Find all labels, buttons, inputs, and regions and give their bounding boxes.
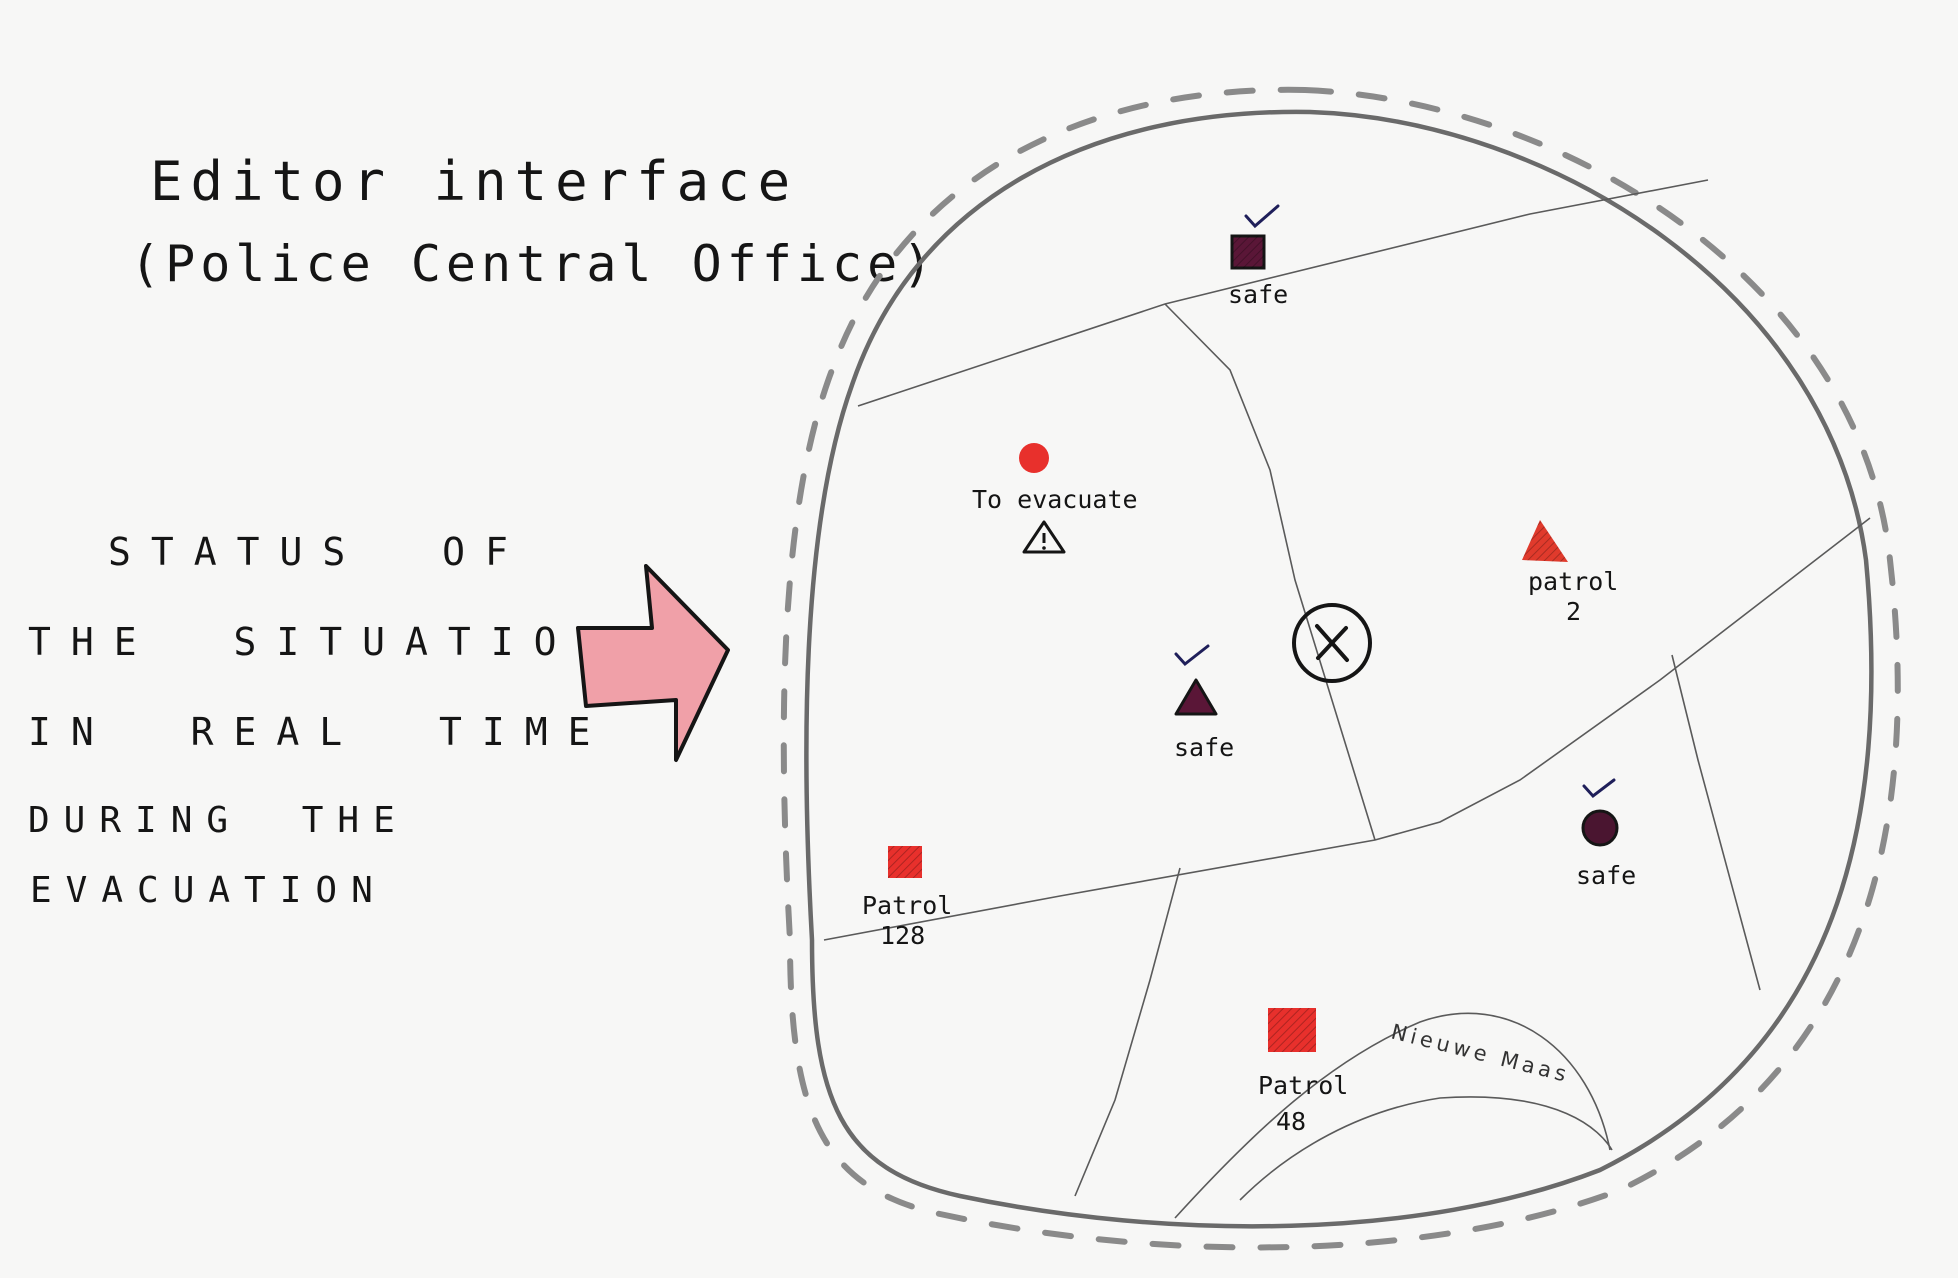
marker-label: 2 <box>1566 597 1581 626</box>
marker-label: safe <box>1174 733 1234 762</box>
marker-to-evacuate[interactable]: To evacuate <box>972 443 1138 554</box>
marker-safe-center[interactable]: safe <box>1174 644 1234 762</box>
marker-patrol-48[interactable]: Patrol 48 <box>1258 1008 1348 1136</box>
marker-safe-top[interactable]: safe <box>1228 204 1288 309</box>
marker-label: 48 <box>1276 1107 1306 1136</box>
marker-safe-right[interactable]: safe <box>1576 778 1636 890</box>
triangle-marker-icon <box>1174 678 1218 716</box>
marker-label: Patrol <box>862 891 952 920</box>
close-x-icon[interactable] <box>1292 603 1372 683</box>
arrow-right-icon <box>576 564 730 762</box>
marker-label: Patrol <box>1258 1071 1348 1100</box>
marker-label: safe <box>1576 861 1636 890</box>
check-icon <box>1582 778 1616 799</box>
river-label: Nieuwe Maas <box>1389 1020 1573 1088</box>
map-canvas: Nieuwe Maas safe To evacuate patrol 2 sa… <box>576 86 1901 1251</box>
marker-patrol-128[interactable]: Patrol 128 <box>862 846 952 950</box>
check-icon <box>1174 644 1210 667</box>
street-lines <box>823 179 1871 1219</box>
circle-marker-icon <box>1019 443 1049 473</box>
marker-label: patrol <box>1528 567 1618 596</box>
marker-patrol-2[interactable]: patrol 2 <box>1522 520 1618 626</box>
circle-marker-icon <box>1581 809 1619 847</box>
marker-label: safe <box>1228 280 1288 309</box>
marker-label: 128 <box>880 921 925 950</box>
marker-label: To evacuate <box>972 485 1138 514</box>
warning-icon <box>1022 520 1066 554</box>
map-boundary <box>804 109 1874 1229</box>
check-icon <box>1244 204 1280 229</box>
